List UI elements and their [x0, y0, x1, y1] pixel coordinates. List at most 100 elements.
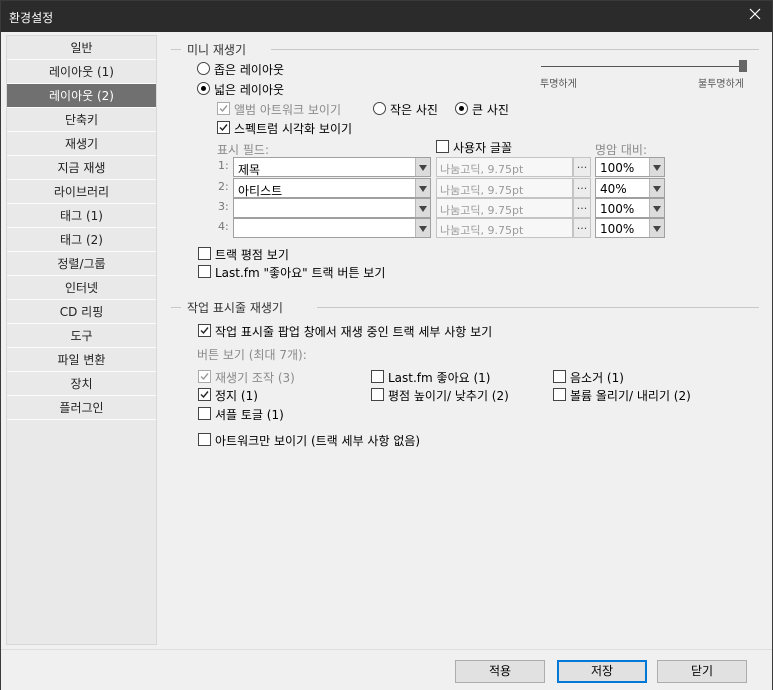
sidebar-item-tags-1[interactable]: 태그 (1) — [7, 204, 156, 228]
show-lastfm-like-label: Last.fm "좋아요" 트랙 버튼 보기 — [215, 266, 386, 280]
apply-button[interactable]: 적용 — [455, 660, 545, 683]
field-2-font: 나눔고딕, 9.75pt — [436, 178, 573, 198]
user-font-label: 사용자 글꼴 — [453, 141, 513, 155]
sidebar-item-plugins[interactable]: 플러그인 — [7, 396, 156, 420]
chevron-down-icon — [649, 158, 664, 176]
field-4-select[interactable] — [233, 218, 431, 238]
contrast-label: 명암 대비: — [595, 143, 648, 157]
field-4-font-value: 나눔고딕, 9.75pt — [440, 224, 524, 237]
sidebar-item-library[interactable]: 라이브러리 — [7, 180, 156, 204]
dialog-footer: 적용 저장 닫기 — [1, 649, 772, 690]
field-2-select[interactable]: 아티스트 — [233, 178, 431, 198]
chevron-down-icon — [649, 219, 664, 237]
title-bar: 환경설정 — [1, 1, 772, 32]
field-1-font-browse-button[interactable]: ... — [573, 157, 591, 177]
mute-button-label: 음소거 (1) — [570, 371, 624, 385]
field-2-contrast-select[interactable]: 40% — [595, 178, 665, 198]
field-4-font: 나눔고딕, 9.75pt — [436, 218, 573, 238]
field-4-contrast-select[interactable]: 100% — [595, 218, 665, 238]
field-number: 3: — [218, 200, 229, 213]
artwork-only-checkbox[interactable] — [198, 433, 211, 446]
narrow-layout-label: 좁은 레이아웃 — [214, 63, 285, 77]
player-controls-checkbox[interactable] — [198, 370, 211, 383]
sidebar-item-tags-2[interactable]: 태그 (2) — [7, 228, 156, 252]
field-2-font-value: 나눔고딕, 9.75pt — [440, 184, 524, 197]
section-divider — [317, 307, 759, 308]
settings-panel: 미니 재생기 좁은 레이아웃 넓은 레이아웃 투명하게 불투명하게 앨범 아트워… — [157, 35, 769, 645]
display-field-label: 표시 필드: — [217, 143, 270, 157]
show-spectrum-label: 스펙트럼 시각화 보이기 — [234, 122, 353, 136]
narrow-layout-radio[interactable] — [197, 62, 210, 75]
preferences-window: 환경설정 일반 레이아웃 (1) 레이아웃 (2) 단축키 재생기 지금 재생 … — [0, 0, 773, 690]
field-3-contrast-select[interactable]: 100% — [595, 198, 665, 218]
chevron-down-icon — [415, 158, 430, 176]
opacity-slider-thumb[interactable] — [739, 60, 747, 72]
save-button[interactable]: 저장 — [557, 660, 647, 683]
chevron-down-icon — [649, 199, 664, 217]
field-number: 1: — [218, 159, 229, 172]
sidebar-item-devices[interactable]: 장치 — [7, 372, 156, 396]
sidebar-item-layout-1[interactable]: 레이아웃 (1) — [7, 60, 156, 84]
show-lastfm-like-checkbox[interactable] — [198, 265, 211, 278]
close-icon[interactable] — [748, 7, 762, 21]
field-2-value: 아티스트 — [238, 184, 283, 198]
chevron-down-icon — [415, 199, 430, 217]
field-1-contrast-select[interactable]: 100% — [595, 157, 665, 177]
field-4-font-browse-button[interactable]: ... — [573, 218, 591, 238]
slider-min-label: 투명하게 — [540, 79, 577, 90]
sidebar-item-now-playing[interactable]: 지금 재생 — [7, 156, 156, 180]
close-button[interactable]: 닫기 — [657, 660, 747, 683]
show-spectrum-checkbox[interactable] — [217, 121, 230, 134]
small-photo-label: 작은 사진 — [390, 103, 438, 117]
sidebar-item-internet[interactable]: 인터넷 — [7, 276, 156, 300]
field-3-select[interactable] — [233, 198, 431, 218]
opacity-slider-track[interactable] — [541, 66, 747, 67]
sidebar-item-layout-2[interactable]: 레이아웃 (2) — [7, 84, 156, 108]
show-track-rating-label: 트랙 평점 보기 — [215, 248, 289, 262]
show-album-art-label: 앨범 아트워크 보이기 — [234, 103, 341, 117]
field-1-font: 나눔고딕, 9.75pt — [436, 157, 573, 177]
stop-button-checkbox[interactable] — [198, 388, 211, 401]
lastfm-like-button-checkbox[interactable] — [371, 370, 384, 383]
wide-layout-radio[interactable] — [197, 82, 210, 95]
sidebar-item-general[interactable]: 일반 — [7, 36, 156, 60]
shuffle-toggle-label: 셔플 토글 (1) — [215, 408, 284, 422]
field-1-select[interactable]: 제목 — [233, 157, 431, 177]
show-track-details-checkbox[interactable] — [198, 324, 211, 337]
field-2-font-browse-button[interactable]: ... — [573, 178, 591, 198]
sidebar-item-tools[interactable]: 도구 — [7, 324, 156, 348]
sidebar-item-player[interactable]: 재생기 — [7, 132, 156, 156]
sidebar-item-shortcuts[interactable]: 단축키 — [7, 108, 156, 132]
category-sidebar: 일반 레이아웃 (1) 레이아웃 (2) 단축키 재생기 지금 재생 라이브러리… — [6, 35, 157, 645]
large-photo-radio[interactable] — [455, 102, 468, 115]
volume-up-down-checkbox[interactable] — [553, 388, 566, 401]
section-divider — [171, 49, 181, 50]
field-1-contrast-value: 100% — [600, 161, 635, 175]
small-photo-radio[interactable] — [373, 102, 386, 115]
field-4-contrast-value: 100% — [600, 222, 635, 236]
slider-max-label: 불투명하게 — [698, 79, 744, 90]
section-divider — [271, 49, 759, 50]
taskbar-player-section-title: 작업 표시줄 재생기 — [187, 301, 283, 315]
mini-player-section-title: 미니 재생기 — [187, 43, 247, 57]
chevron-down-icon — [649, 179, 664, 197]
field-3-contrast-value: 100% — [600, 202, 635, 216]
large-photo-label: 큰 사진 — [472, 103, 509, 117]
mute-button-checkbox[interactable] — [553, 370, 566, 383]
sidebar-item-sort-group[interactable]: 정렬/그룹 — [7, 252, 156, 276]
sidebar-item-cd-ripping[interactable]: CD 리핑 — [7, 300, 156, 324]
field-3-font-browse-button[interactable]: ... — [573, 198, 591, 218]
wide-layout-label: 넓은 레이아웃 — [214, 83, 285, 97]
field-2-contrast-value: 40% — [600, 182, 627, 196]
field-1-font-value: 나눔고딕, 9.75pt — [440, 163, 524, 176]
rating-up-down-checkbox[interactable] — [371, 388, 384, 401]
volume-up-down-label: 볼륨 올리기/ 내리기 (2) — [570, 389, 691, 403]
field-number: 2: — [218, 180, 229, 193]
window-title: 환경설정 — [9, 11, 54, 25]
shuffle-toggle-checkbox[interactable] — [198, 407, 211, 420]
show-track-rating-checkbox[interactable] — [198, 247, 211, 260]
sidebar-item-file-convert[interactable]: 파일 변환 — [7, 348, 156, 372]
user-font-checkbox[interactable] — [436, 140, 449, 153]
player-controls-label: 재생기 조작 (3) — [215, 371, 295, 385]
show-album-art-checkbox[interactable] — [217, 102, 230, 115]
